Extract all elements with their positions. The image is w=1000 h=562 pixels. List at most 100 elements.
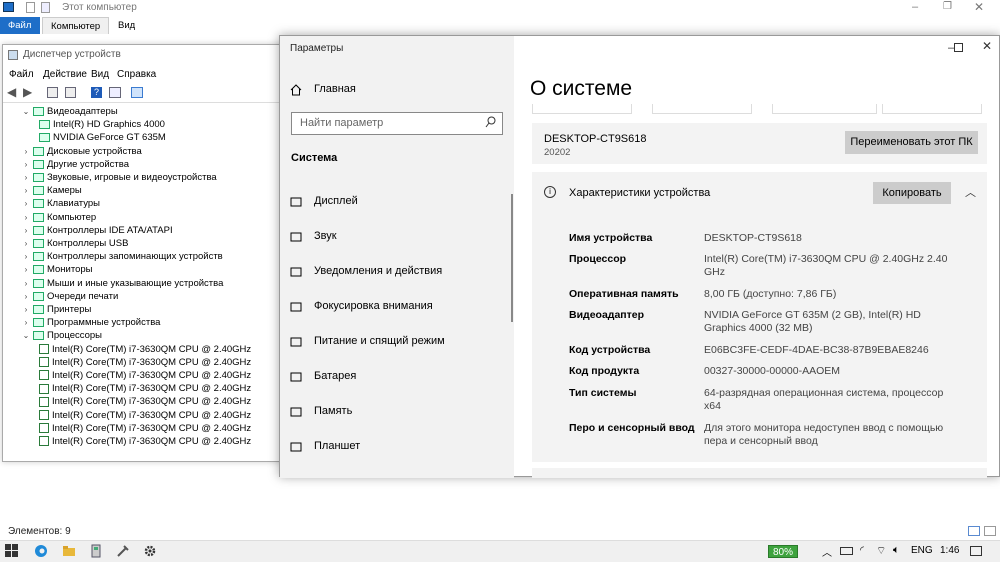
menu-help[interactable]: Справка (117, 69, 156, 80)
tree-category[interactable]: › Компьютер (21, 211, 97, 224)
sidebar-scrollbar[interactable] (511, 194, 513, 322)
tree-category[interactable]: › Другие устройства (21, 158, 129, 171)
tree-device[interactable]: Intel(R) Core(TM) i7-3630QM CPU @ 2.40GH… (37, 343, 251, 356)
nav-item-storage[interactable]: Память (290, 401, 352, 421)
expand-chevron-icon[interactable]: › (21, 158, 31, 171)
tree-device[interactable]: Intel(R) Core(TM) i7-3630QM CPU @ 2.40GH… (37, 382, 251, 395)
edge-icon[interactable] (34, 544, 50, 560)
tree-device[interactable]: Intel(R) Core(TM) i7-3630QM CPU @ 2.40GH… (37, 435, 251, 448)
expand-chevron-icon[interactable]: › (21, 290, 31, 303)
settings-window: Параметры Главная Найти параметр Система… (279, 35, 1000, 478)
nav-item-power[interactable]: Питание и спящий режим (290, 331, 445, 351)
tree-category[interactable]: › Программные устройства (21, 316, 161, 329)
tree-category[interactable]: ⌄ Видеоадаптеры (21, 105, 118, 118)
close-button[interactable]: ✕ (974, 0, 984, 14)
expand-chevron-icon[interactable]: › (21, 277, 31, 290)
minimize-button[interactable]: – (912, 1, 918, 13)
notifications-center-icon[interactable] (970, 546, 982, 556)
nav-home[interactable]: Главная (290, 79, 356, 99)
tree-device[interactable]: Intel(R) Core(TM) i7-3630QM CPU @ 2.40GH… (37, 356, 251, 369)
settings-close-button[interactable]: ✕ (982, 39, 992, 53)
collapse-chevron-icon[interactable]: ⌄ (21, 329, 31, 342)
expand-chevron-icon[interactable]: › (21, 303, 31, 316)
expand-chevron-icon[interactable]: › (21, 224, 31, 237)
tree-device[interactable]: Intel(R) Core(TM) i7-3630QM CPU @ 2.40GH… (37, 395, 251, 408)
tree-device[interactable]: NVIDIA GeForce GT 635M (37, 131, 166, 144)
back-arrow-icon[interactable]: ◀ (7, 85, 16, 99)
menu-view[interactable]: Вид (91, 69, 109, 80)
device-manager-taskbar-icon[interactable] (89, 544, 105, 560)
expand-chevron-icon[interactable]: › (21, 197, 31, 210)
tree-category[interactable]: › Очереди печати (21, 290, 119, 303)
menu-action[interactable]: Действие (43, 69, 87, 80)
battery-icon[interactable] (840, 547, 853, 555)
expand-chevron-icon[interactable]: › (21, 171, 31, 184)
properties-icon[interactable] (47, 87, 58, 98)
expand-chevron-icon[interactable]: › (21, 250, 31, 263)
nav-item-tablet[interactable]: Планшет (290, 436, 360, 456)
tree-device[interactable]: Intel(R) Core(TM) i7-3630QM CPU @ 2.40GH… (37, 369, 251, 382)
new-folder-quick-icon[interactable] (41, 2, 50, 13)
update-driver-icon[interactable] (109, 87, 121, 98)
device-category-icon (33, 186, 44, 196)
nav-item-focus[interactable]: Фокусировка внимания (290, 296, 433, 316)
expand-chevron-icon[interactable]: › (21, 237, 31, 250)
nav-item-sound[interactable]: Звук (290, 226, 337, 246)
battery-percent-badge[interactable]: 80% (768, 545, 798, 558)
tree-item-label: Intel(R) Core(TM) i7-3630QM CPU @ 2.40GH… (52, 356, 252, 368)
forward-arrow-icon[interactable]: ▶ (23, 85, 32, 99)
expand-chevron-icon[interactable]: › (21, 184, 31, 197)
copy-button[interactable]: Копировать (873, 182, 951, 204)
tree-category[interactable]: › Принтеры (21, 303, 92, 316)
tab-computer[interactable]: Компьютер (42, 17, 110, 34)
tool-icon[interactable] (116, 544, 132, 560)
network-icon[interactable]: ◜ (860, 545, 864, 556)
clock[interactable]: 1:46 (940, 545, 959, 556)
help-icon[interactable]: ? (91, 87, 102, 98)
wifi-icon[interactable]: ⌔ (876, 544, 886, 558)
tree-category[interactable]: › Дисковые устройства (21, 145, 142, 158)
tree-category[interactable]: › Камеры (21, 184, 82, 197)
expand-chevron-icon[interactable]: › (21, 145, 31, 158)
tree-category[interactable]: › Мыши и иные указывающие устройства (21, 277, 224, 290)
nav-item-battery[interactable]: Батарея (290, 366, 356, 386)
nav-item-notifications[interactable]: Уведомления и действия (290, 261, 442, 281)
expand-chevron-icon[interactable]: › (21, 211, 31, 224)
file-explorer-icon[interactable] (62, 544, 78, 560)
collapse-chevron-icon[interactable]: ⌄ (21, 105, 31, 118)
tiles-view-icon[interactable] (984, 526, 996, 536)
language-indicator[interactable]: ENG (911, 545, 933, 556)
menu-file[interactable]: Файл (9, 69, 34, 80)
tab-file[interactable]: Файл (0, 17, 40, 34)
settings-search-input[interactable]: Найти параметр (291, 112, 503, 135)
tree-category[interactable]: › Контроллеры USB (21, 237, 129, 250)
expand-chevron-icon[interactable]: › (21, 316, 31, 329)
tab-view[interactable]: Вид (110, 17, 143, 34)
tree-category[interactable]: › Контроллеры IDE ATA/ATAPI (21, 224, 173, 237)
device-category-icon (33, 172, 44, 182)
explorer-app-icon (3, 2, 14, 12)
show-hide-icon[interactable] (65, 87, 76, 98)
volume-icon[interactable]: 🔈︎ (893, 544, 900, 557)
spec-key: Тип системы (569, 387, 637, 399)
tree-device[interactable]: Intel(R) Core(TM) i7-3630QM CPU @ 2.40GH… (37, 409, 251, 422)
tree-device[interactable]: Intel(R) HD Graphics 4000 (37, 118, 165, 131)
tree-category[interactable]: › Мониторы (21, 263, 93, 276)
rename-pc-button[interactable]: Переименовать этот ПК (845, 131, 978, 154)
windows-start-icon[interactable] (5, 544, 21, 560)
tree-category[interactable]: › Контроллеры запоминающих устройств (21, 250, 223, 263)
scan-hardware-icon[interactable] (131, 87, 143, 98)
maximize-button[interactable]: ❐ (943, 1, 952, 12)
tree-category[interactable]: › Клавиатуры (21, 197, 100, 210)
settings-maximize-button[interactable] (954, 43, 963, 52)
details-view-icon[interactable] (968, 526, 980, 536)
tree-device[interactable]: Intel(R) Core(TM) i7-3630QM CPU @ 2.40GH… (37, 422, 251, 435)
properties-quick-icon[interactable] (26, 2, 35, 13)
show-hidden-icons-chevron-icon[interactable]: ︿ (822, 544, 832, 559)
tree-category[interactable]: ⌄ Процессоры (21, 329, 102, 342)
settings-gear-icon[interactable] (143, 544, 159, 560)
chevron-up-icon[interactable]: ︿ (965, 184, 976, 200)
expand-chevron-icon[interactable]: › (21, 263, 31, 276)
tree-category[interactable]: › Звуковые, игровые и видеоустройства (21, 171, 217, 184)
nav-item-display[interactable]: Дисплей (290, 191, 358, 211)
